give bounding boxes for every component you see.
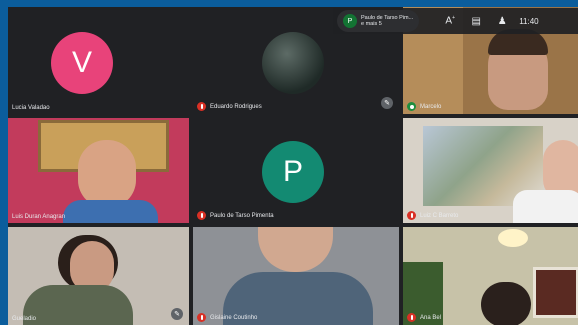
participant-name-4: Luis Duran Anagran <box>12 214 65 220</box>
participant-name-9: Ana Bel <box>407 313 441 322</box>
meeting-top-bar: P Paulo de Tarso Pim... e mais 5 A+ ▤ ♟ … <box>333 8 578 34</box>
participant-tile-4[interactable]: Luis Duran Anagran <box>8 118 189 223</box>
participants-icon[interactable]: ♟ <box>489 16 515 27</box>
participant-name-7: Gueladio <box>12 316 36 322</box>
participant-name-6: Luiz C Barreto <box>407 211 458 220</box>
name-label: Eduardo Rodrigues <box>210 103 262 110</box>
participant-name-3: Marcelo <box>407 102 441 111</box>
clock: 11:40 <box>519 16 539 26</box>
person-shirt <box>23 285 133 325</box>
avatar-initial: P <box>282 155 303 188</box>
participant-name-1: Lucia Valadao <box>12 105 50 111</box>
participant-tile-1[interactable]: V Lucia Valadao <box>8 7 189 114</box>
mic-off-icon <box>197 102 206 111</box>
ceiling-light <box>498 229 528 247</box>
participant-tile-5[interactable]: P Paulo de Tarso Pimenta <box>193 118 399 223</box>
avatar-initial: V <box>71 46 92 79</box>
participant-tile-9[interactable]: Ana Bel <box>403 227 578 325</box>
pin-icon[interactable]: ✎ <box>171 308 183 320</box>
presenter-chip[interactable]: P Paulo de Tarso Pim... e mais 5 <box>337 10 420 32</box>
name-label: Luiz C Barreto <box>420 212 459 219</box>
window <box>533 267 578 318</box>
participant-tile-8[interactable]: Gislaine Coutinho <box>193 227 399 325</box>
participant-name-5: Paulo de Tarso Pimenta <box>197 211 274 220</box>
participant-tile-6[interactable]: Luiz C Barreto <box>403 118 578 223</box>
presenter-line-2: e mais 5 <box>361 21 382 27</box>
name-label: Paulo de Tarso Pimenta <box>210 212 274 219</box>
text-size-icon[interactable]: A+ <box>437 15 463 26</box>
name-label: Ana Bel <box>420 314 442 321</box>
speaking-icon <box>407 102 416 111</box>
participant-tile-7[interactable]: Gueladio ✎ <box>8 227 189 325</box>
name-label: Gueladio <box>12 316 37 322</box>
person-shirt <box>513 190 578 223</box>
mic-off-icon <box>197 313 206 322</box>
pin-icon[interactable]: ✎ <box>381 97 393 109</box>
mic-off-icon <box>197 211 206 220</box>
presenter-text: Paulo de Tarso Pim... e mais 5 <box>361 15 413 27</box>
participant-name-2: Eduardo Rodrigues <box>197 102 262 111</box>
participant-name-8: Gislaine Coutinho <box>197 313 257 322</box>
mic-off-icon <box>407 211 416 220</box>
avatar-2 <box>262 32 324 94</box>
chat-icon[interactable]: ▤ <box>463 16 489 27</box>
person-chin <box>258 227 333 272</box>
person-head <box>78 140 136 208</box>
person-hair <box>481 282 531 325</box>
video-grid: V Lucia Valadao Eduardo Rodrigues ✎ Marc… <box>8 7 578 325</box>
presenter-avatar: P <box>343 14 357 28</box>
name-label: Marcelo <box>420 103 442 110</box>
avatar-1: V <box>51 32 113 94</box>
name-label: Gislaine Coutinho <box>210 314 258 321</box>
person-shirt <box>63 200 158 223</box>
name-label: Lucia Valadao <box>12 105 50 111</box>
name-label: Luis Duran Anagran <box>12 214 66 220</box>
avatar-5: P <box>262 141 324 203</box>
mic-off-icon <box>407 313 416 322</box>
